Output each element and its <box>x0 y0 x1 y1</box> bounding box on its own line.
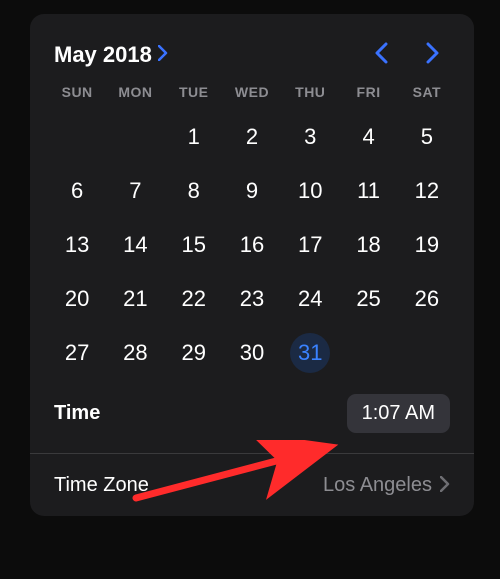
weekday-label: SUN <box>48 84 106 100</box>
calendar-day[interactable]: 24 <box>281 272 339 326</box>
timezone-value: Los Angeles <box>323 474 432 497</box>
calendar-day[interactable]: 2 <box>223 110 281 164</box>
calendar-day-number: 26 <box>407 279 447 319</box>
calendar-grid: 1234567891011121314151617181920212223242… <box>48 110 456 380</box>
calendar-day-number: 20 <box>57 279 97 319</box>
calendar-day-number: 24 <box>290 279 330 319</box>
calendar-day[interactable]: 31 <box>281 326 339 380</box>
calendar-cell-empty <box>106 110 164 164</box>
calendar-day[interactable]: 16 <box>223 218 281 272</box>
weekday-label: SAT <box>398 84 456 100</box>
calendar-day-number: 6 <box>57 171 97 211</box>
calendar-day[interactable]: 3 <box>281 110 339 164</box>
calendar-day-number: 22 <box>174 279 214 319</box>
calendar-day-number: 27 <box>57 333 97 373</box>
next-month-button[interactable] <box>426 40 440 70</box>
calendar-day[interactable]: 8 <box>165 164 223 218</box>
date-time-panel: May 2018 SUN MON TUE WED THU FRI SAT 123… <box>30 14 474 516</box>
calendar-day[interactable]: 20 <box>48 272 106 326</box>
calendar-day[interactable]: 21 <box>106 272 164 326</box>
time-row: Time 1:07 AM <box>48 380 456 453</box>
weekday-label: FRI <box>339 84 397 100</box>
weekday-label: THU <box>281 84 339 100</box>
calendar-day[interactable]: 9 <box>223 164 281 218</box>
calendar-day-number: 1 <box>174 117 214 157</box>
chevron-right-icon <box>440 472 450 498</box>
calendar-day[interactable]: 29 <box>165 326 223 380</box>
timezone-row[interactable]: Time Zone Los Angeles <box>48 454 456 516</box>
prev-month-button[interactable] <box>374 40 388 70</box>
calendar-header: May 2018 <box>48 34 456 84</box>
calendar-day-number: 17 <box>290 225 330 265</box>
calendar-day[interactable]: 23 <box>223 272 281 326</box>
calendar-day-number: 2 <box>232 117 272 157</box>
calendar-day[interactable]: 7 <box>106 164 164 218</box>
calendar-day-number: 5 <box>407 117 447 157</box>
weekday-label: TUE <box>165 84 223 100</box>
calendar-day-number: 18 <box>349 225 389 265</box>
timezone-label: Time Zone <box>54 474 149 497</box>
calendar-day-number: 15 <box>174 225 214 265</box>
month-year-label: May 2018 <box>54 42 152 68</box>
timezone-value-group: Los Angeles <box>323 472 450 498</box>
calendar-day-number: 30 <box>232 333 272 373</box>
calendar-cell-empty <box>48 110 106 164</box>
calendar-day[interactable]: 25 <box>339 272 397 326</box>
weekday-header: SUN MON TUE WED THU FRI SAT <box>48 84 456 110</box>
calendar-day-number: 11 <box>349 171 389 211</box>
calendar-day-number: 10 <box>290 171 330 211</box>
calendar-day-number: 3 <box>290 117 330 157</box>
calendar-day-number: 21 <box>115 279 155 319</box>
weekday-label: MON <box>106 84 164 100</box>
calendar-day-number: 4 <box>349 117 389 157</box>
calendar-day-number: 16 <box>232 225 272 265</box>
calendar-day-number: 12 <box>407 171 447 211</box>
calendar-day[interactable]: 19 <box>398 218 456 272</box>
calendar-day[interactable]: 28 <box>106 326 164 380</box>
calendar-day[interactable]: 26 <box>398 272 456 326</box>
calendar-day-number: 7 <box>115 171 155 211</box>
calendar-day[interactable]: 18 <box>339 218 397 272</box>
calendar-day-number: 9 <box>232 171 272 211</box>
calendar-day[interactable]: 13 <box>48 218 106 272</box>
calendar-day[interactable]: 5 <box>398 110 456 164</box>
calendar-day[interactable]: 12 <box>398 164 456 218</box>
calendar-day-number: 23 <box>232 279 272 319</box>
month-nav <box>374 40 450 70</box>
weekday-label: WED <box>223 84 281 100</box>
calendar-day-number: 13 <box>57 225 97 265</box>
calendar-day[interactable]: 22 <box>165 272 223 326</box>
calendar-day[interactable]: 4 <box>339 110 397 164</box>
calendar-day[interactable]: 27 <box>48 326 106 380</box>
calendar-day[interactable]: 17 <box>281 218 339 272</box>
calendar-day-number: 8 <box>174 171 214 211</box>
calendar-day-number: 28 <box>115 333 155 373</box>
calendar-day-number: 14 <box>115 225 155 265</box>
calendar-day-number: 19 <box>407 225 447 265</box>
month-year-button[interactable]: May 2018 <box>54 42 168 68</box>
calendar-day[interactable]: 15 <box>165 218 223 272</box>
calendar-day-number: 29 <box>174 333 214 373</box>
calendar-day-number: 31 <box>290 333 330 373</box>
calendar-day-number: 25 <box>349 279 389 319</box>
calendar-day[interactable]: 14 <box>106 218 164 272</box>
time-picker-button[interactable]: 1:07 AM <box>347 394 450 433</box>
calendar-day[interactable]: 6 <box>48 164 106 218</box>
time-value: 1:07 AM <box>362 402 435 424</box>
chevron-right-icon <box>158 45 168 65</box>
calendar-day[interactable]: 30 <box>223 326 281 380</box>
calendar-day[interactable]: 1 <box>165 110 223 164</box>
calendar-day[interactable]: 11 <box>339 164 397 218</box>
time-label: Time <box>54 402 100 425</box>
calendar-day[interactable]: 10 <box>281 164 339 218</box>
